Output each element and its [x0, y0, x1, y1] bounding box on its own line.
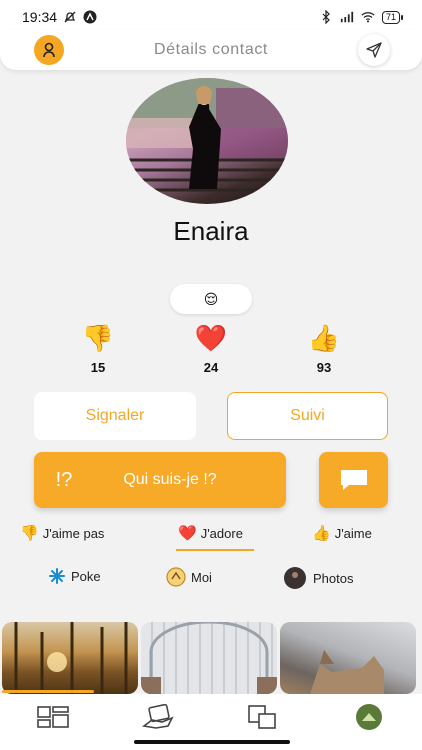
follow-button[interactable]: Suivi [227, 392, 388, 440]
tab-love[interactable]: ❤️ J'adore [178, 524, 243, 542]
chat-button[interactable] [319, 452, 388, 508]
reaction-tabs: 👎 J'aime pas ❤️ J'adore 👍 J'aime [0, 522, 422, 552]
status-time: 19:34 [22, 9, 58, 25]
profile-links: Poke Moi Photos [0, 567, 422, 591]
nav-cards[interactable] [142, 702, 176, 732]
photo-thumbnail[interactable] [141, 622, 277, 694]
moi-label: Moi [191, 569, 212, 585]
question-exclamation-icon: !? [55, 468, 73, 491]
profile-name: Enaira [173, 216, 249, 246]
dashboard-icon [37, 706, 69, 728]
app-logo-button[interactable] [34, 35, 64, 65]
love-stat[interactable]: ❤️ 24 [181, 322, 241, 375]
tab-like[interactable]: 👍 J'aime [312, 524, 372, 542]
photo-gallery [0, 622, 422, 694]
nav-dashboard[interactable] [36, 702, 70, 732]
poke-link[interactable]: Poke [48, 567, 101, 585]
report-button[interactable]: Signaler [34, 392, 196, 440]
app-logo-icon [43, 42, 55, 58]
bluetooth-icon [322, 10, 330, 24]
tab-dislike-label: J'aime pas [42, 525, 105, 541]
tab-dislike[interactable]: 👎 J'aime pas [20, 524, 104, 542]
photo-thumbnail[interactable] [280, 622, 416, 694]
app-notification-icon [83, 10, 97, 24]
active-tab-indicator [176, 549, 254, 551]
moi-icon [166, 567, 186, 587]
top-app-bar: Détails contact [0, 30, 422, 70]
dislike-stat[interactable]: 👎 15 [68, 322, 128, 375]
chat-bubble-icon [340, 470, 367, 490]
like-count: 93 [316, 360, 332, 375]
nav-my-profile[interactable] [352, 702, 386, 732]
thumbs-up-icon: 👍 [307, 323, 341, 353]
notification-off-icon [64, 11, 76, 23]
tab-love-label: J'adore [200, 525, 243, 541]
thumbs-down-icon: 👎 [81, 323, 115, 353]
dislike-count: 15 [90, 360, 106, 375]
arcade-photo [141, 622, 277, 694]
cat-photo [310, 650, 384, 694]
home-indicator[interactable] [134, 740, 290, 744]
poke-label: Poke [71, 568, 101, 584]
send-button[interactable] [358, 34, 390, 66]
who-am-i-label: Qui suis-je !? [123, 471, 217, 488]
battery-indicator: 71 [381, 10, 404, 24]
profile-photo-illustration [126, 78, 288, 192]
signal-icon [340, 11, 354, 23]
photo-thumbnail[interactable] [2, 622, 138, 694]
nav-profiles[interactable] [246, 702, 280, 732]
thumbs-up-icon: 👍 [312, 525, 331, 542]
wifi-icon [361, 12, 375, 23]
heart-icon: ❤️ [194, 323, 228, 353]
mood-badge[interactable]: 😌 [170, 284, 252, 314]
who-am-i-button[interactable]: !? Qui suis-je !? [34, 452, 286, 508]
photos-avatar-icon [284, 567, 306, 589]
profile-photo[interactable] [126, 78, 288, 204]
cards-hand-icon [142, 704, 174, 729]
status-bar: 19:34 71 [0, 0, 422, 34]
tab-like-label: J'aime [334, 525, 372, 541]
my-profile-avatar-icon [356, 704, 382, 730]
send-icon [366, 42, 382, 58]
heart-icon: ❤️ [178, 525, 197, 542]
profiles-icon [248, 705, 276, 729]
page-title: Détails contact [154, 41, 268, 58]
mood-emoji: 😌 [203, 290, 219, 307]
poke-icon [49, 568, 65, 584]
forest-photo [14, 622, 128, 694]
moi-link[interactable]: Moi [166, 567, 212, 587]
like-stat[interactable]: 👍 93 [294, 322, 354, 375]
love-count: 24 [203, 360, 219, 375]
photos-link[interactable]: Photos [282, 567, 353, 589]
photos-label: Photos [313, 570, 354, 586]
thumbs-down-icon: 👎 [20, 525, 39, 542]
gallery-scroll-indicator [2, 690, 94, 693]
